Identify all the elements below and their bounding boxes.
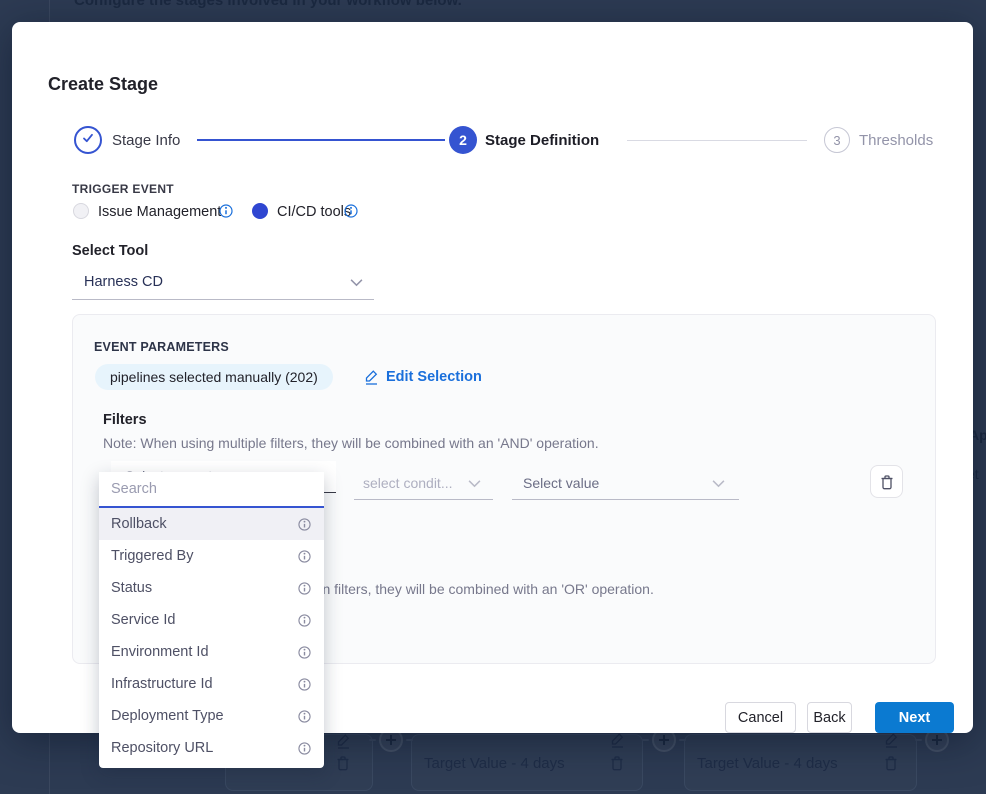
delete-filter-button[interactable] [870, 465, 903, 498]
tool-select-value[interactable]: Harness CD [84, 274, 163, 290]
tool-select-underline [72, 299, 374, 300]
info-icon[interactable] [298, 678, 311, 691]
select-tool-label: Select Tool [72, 243, 148, 259]
step-thresholds-indicator[interactable]: 3 [824, 127, 850, 153]
cancel-button[interactable]: Cancel [725, 702, 796, 733]
info-icon[interactable] [298, 550, 311, 563]
radio-cicd-tools[interactable] [252, 203, 268, 219]
step-thresholds-label[interactable]: Thresholds [859, 132, 933, 149]
condition-select-underline [354, 499, 493, 500]
step-stage-info-label[interactable]: Stage Info [112, 132, 180, 149]
pencil-icon [610, 732, 625, 748]
chevron-down-icon[interactable] [468, 479, 481, 488]
search-input[interactable] [99, 472, 324, 508]
pencil-icon [884, 732, 899, 748]
dropdown-item-status[interactable]: Status [99, 572, 324, 604]
step-stage-definition-label[interactable]: Stage Definition [485, 132, 599, 149]
selection-pill: pipelines selected manually (202) [95, 364, 333, 390]
connector-dash [642, 739, 649, 741]
background-card-label: Target Value - 4 days [697, 755, 838, 772]
info-icon[interactable] [219, 204, 233, 218]
trash-icon [336, 755, 350, 771]
dropdown-item-label: Triggered By [111, 548, 193, 564]
step-stage-definition-indicator[interactable]: 2 [449, 126, 477, 154]
property-dropdown: Rollback Triggered By Status Service Id … [99, 472, 324, 768]
value-select-underline [512, 499, 739, 500]
value-select[interactable]: Select value [523, 475, 599, 491]
pencil-icon [364, 369, 379, 385]
radio-issue-management[interactable] [73, 203, 89, 219]
info-icon[interactable] [298, 614, 311, 627]
screen: Configure the stages involved in your wo… [0, 0, 986, 794]
dropdown-item-infrastructure-id[interactable]: Infrastructure Id [99, 668, 324, 700]
dropdown-item-label: Rollback [111, 516, 167, 532]
dropdown-item-label: Repository URL [111, 740, 213, 756]
back-button[interactable]: Back [807, 702, 852, 733]
radio-cicd-tools-label[interactable]: CI/CD tools [277, 204, 351, 220]
dropdown-item-triggered-by[interactable]: Triggered By [99, 540, 324, 572]
event-parameters-heading: EVENT PARAMETERS [94, 340, 229, 354]
info-icon[interactable] [298, 742, 311, 755]
edit-selection-link[interactable]: Edit Selection [364, 369, 482, 385]
chevron-down-icon[interactable] [712, 479, 725, 488]
stepper-connector-upcoming [627, 140, 807, 141]
dropdown-item-service-id[interactable]: Service Id [99, 604, 324, 636]
edit-selection-label: Edit Selection [386, 369, 482, 385]
info-icon[interactable] [344, 204, 358, 218]
stepper-connector-done [197, 139, 445, 141]
filters-note: Note: When using multiple filters, they … [103, 435, 599, 451]
filters-heading: Filters [103, 412, 147, 428]
dropdown-item-label: Status [111, 580, 152, 596]
dropdown-item-label: Infrastructure Id [111, 676, 213, 692]
dropdown-item-label: Deployment Type [111, 708, 224, 724]
dropdown-item-environment-id[interactable]: Environment Id [99, 636, 324, 668]
dropdown-item-deployment-type[interactable]: Deployment Type [99, 700, 324, 732]
condition-select[interactable]: select condit... [363, 475, 453, 491]
chevron-down-icon[interactable] [350, 278, 363, 287]
pencil-icon [336, 733, 351, 749]
connector-dash [369, 739, 376, 741]
dropdown-item-label: Service Id [111, 612, 175, 628]
trash-icon [884, 755, 898, 771]
check-icon [81, 131, 95, 150]
info-icon[interactable] [298, 646, 311, 659]
info-icon[interactable] [298, 518, 311, 531]
background-page-heading: Configure the stages involved in your wo… [74, 0, 462, 9]
trash-icon [880, 474, 894, 490]
trash-icon [610, 755, 624, 771]
dropdown-item-repository-url[interactable]: Repository URL [99, 732, 324, 764]
background-card-label: Target Value - 4 days [424, 755, 565, 772]
dropdown-item-rollback[interactable]: Rollback [99, 508, 324, 540]
info-icon[interactable] [298, 710, 311, 723]
modal-title: Create Stage [48, 74, 158, 95]
trigger-event-label: TRIGGER EVENT [72, 182, 174, 196]
next-button[interactable]: Next [875, 702, 954, 733]
connector-dash [915, 739, 922, 741]
dropdown-item-label: Environment Id [111, 644, 209, 660]
step-stage-info-indicator[interactable] [74, 126, 102, 154]
radio-issue-management-label[interactable]: Issue Management [98, 204, 221, 220]
info-icon[interactable] [298, 582, 311, 595]
